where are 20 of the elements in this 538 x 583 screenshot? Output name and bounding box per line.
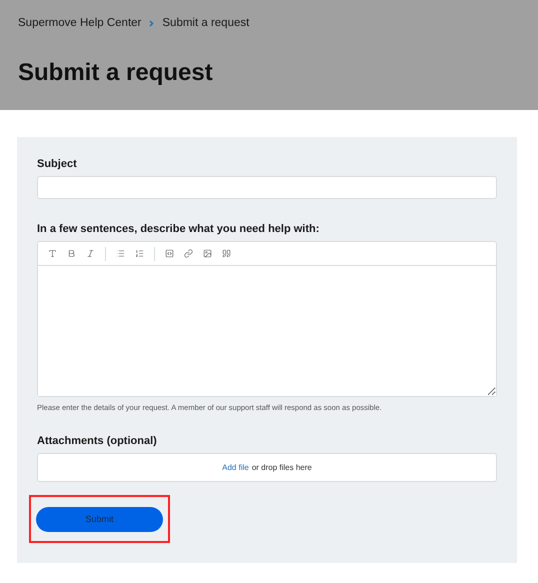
file-dropzone[interactable]: Add file or drop files here <box>37 453 497 482</box>
add-file-link[interactable]: Add file <box>222 463 249 472</box>
code-block-icon[interactable] <box>165 249 174 258</box>
breadcrumb-link[interactable]: Supermove Help Center <box>18 17 142 29</box>
bold-icon[interactable] <box>67 249 76 258</box>
italic-icon[interactable] <box>86 249 95 258</box>
dropzone-text: or drop files here <box>252 463 312 472</box>
chevron-icon <box>149 20 154 26</box>
image-icon[interactable] <box>203 249 212 258</box>
page-title: Submit a request <box>18 59 214 87</box>
quote-icon[interactable] <box>222 249 231 258</box>
field-label: Subject <box>37 158 78 170</box>
bullet-list-icon[interactable] <box>116 249 125 258</box>
text-icon[interactable] <box>48 249 57 258</box>
link-icon[interactable] <box>184 249 193 258</box>
numbered-list-icon[interactable] <box>135 249 144 258</box>
field-label: Attachments (optional) <box>37 435 158 448</box>
subject-field[interactable] <box>37 176 497 200</box>
breadcrumb-link[interactable]: Submit a request <box>162 17 250 29</box>
field-label: In a few sentences, describe what you need help with: <box>37 223 320 236</box>
